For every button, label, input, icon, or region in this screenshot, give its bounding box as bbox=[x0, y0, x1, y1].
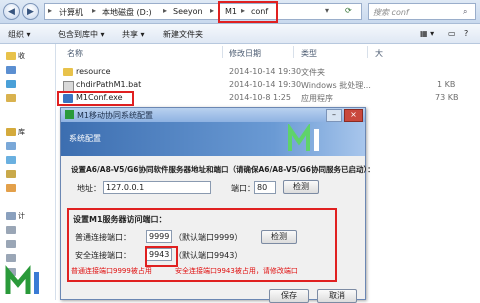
new-folder-button[interactable]: 新建文件夹 bbox=[163, 29, 203, 40]
breadcrumb-separator-icon: ▸ bbox=[92, 6, 97, 15]
close-icon[interactable]: × bbox=[344, 109, 363, 122]
port-input[interactable]: 80 bbox=[254, 181, 276, 194]
sidebar-item-library[interactable]: 库 bbox=[18, 127, 25, 137]
back-arrow-icon[interactable]: ◀ bbox=[3, 3, 20, 20]
column-header-size[interactable]: 大 bbox=[375, 48, 383, 59]
sidebar-item-favorites[interactable]: 收 bbox=[18, 51, 25, 61]
port-label: 端口： bbox=[231, 184, 255, 193]
search-placeholder: 搜索 conf bbox=[373, 8, 409, 17]
path-highlight-box bbox=[218, 1, 278, 23]
library-icon bbox=[6, 128, 16, 136]
file-name: resource bbox=[76, 67, 111, 76]
organize-menu[interactable]: 组织 ▾ bbox=[8, 29, 31, 40]
address-label: 地址： bbox=[77, 184, 101, 193]
column-divider[interactable] bbox=[222, 46, 223, 58]
breadcrumb-root-icon: ▸ bbox=[48, 6, 53, 15]
preview-pane-icon[interactable]: ▭ bbox=[448, 29, 456, 38]
breadcrumb-separator-icon: ▸ bbox=[210, 6, 215, 15]
breadcrumb[interactable]: ▸ 计算机 ▸ 本地磁盘 (D:) ▸ Seeyon ▸ M1 ▸ conf ▾… bbox=[44, 3, 362, 20]
minimize-icon[interactable]: – bbox=[326, 109, 342, 122]
file-type: 文件夹 bbox=[301, 68, 325, 77]
detect-ports-button[interactable]: 检测 bbox=[261, 230, 297, 244]
drive-icon[interactable] bbox=[6, 240, 16, 248]
pictures-library-icon[interactable] bbox=[6, 156, 16, 164]
m1-config-dialog: M1移动协同系统配置 – × 系统配置 设置A6/A8-V5/G6协同软件服务器… bbox=[60, 107, 375, 303]
dropdown-icon[interactable]: ▾ bbox=[325, 6, 329, 15]
file-modified: 2014-10-14 19:30 bbox=[229, 80, 302, 89]
file-type: 应用程序 bbox=[301, 94, 333, 103]
file-type: Windows 批处理... bbox=[301, 81, 371, 90]
refresh-icon[interactable]: ⟳ bbox=[345, 6, 352, 15]
file-row[interactable]: resource 2014-10-14 19:30 文件夹 bbox=[57, 66, 480, 79]
m1-logo-icon bbox=[288, 124, 319, 151]
folder-icon bbox=[63, 68, 73, 76]
video-library-icon[interactable] bbox=[6, 142, 16, 150]
server-section-title: 设置A6/A8-V5/G6协同软件服务器地址和端口（请确保A6/A8-V5/G6… bbox=[71, 165, 375, 174]
sidebar-item-computer[interactable]: 计 bbox=[18, 211, 25, 221]
column-header-type[interactable]: 类型 bbox=[301, 48, 317, 59]
normal-port-label: 普通连接端口： bbox=[75, 233, 131, 242]
favorites-star-icon bbox=[6, 52, 16, 60]
file-modified: 2014-10-14 19:30 bbox=[229, 67, 302, 76]
command-toolbar: 组织 ▾ 包含到库中 ▾ 共享 ▾ 新建文件夹 ▦ ▾ ▭ ? bbox=[0, 24, 480, 44]
normal-port-input[interactable]: 9999 bbox=[146, 230, 172, 243]
secure-port-warning: 安全连接端口9943被占用，请修改端口 bbox=[175, 267, 298, 275]
breadcrumb-drive[interactable]: 本地磁盘 (D:) bbox=[102, 7, 152, 18]
drive-icon[interactable] bbox=[6, 226, 16, 234]
file-size: 73 KB bbox=[435, 93, 459, 102]
help-icon[interactable]: ? bbox=[464, 29, 468, 38]
view-options-icon[interactable]: ▦ ▾ bbox=[420, 29, 434, 38]
column-header-modified[interactable]: 修改日期 bbox=[229, 48, 261, 59]
cancel-button[interactable]: 取消 bbox=[317, 289, 357, 303]
computer-icon bbox=[6, 212, 16, 220]
file-name: chdirPathM1.bat bbox=[76, 80, 142, 89]
column-divider[interactable] bbox=[367, 46, 368, 58]
include-library-menu[interactable]: 包含到库中 ▾ bbox=[58, 29, 105, 40]
search-input[interactable]: 搜索 conf ⌕ bbox=[368, 3, 476, 20]
column-divider[interactable] bbox=[293, 46, 294, 58]
forward-arrow-icon[interactable]: ▶ bbox=[22, 3, 39, 20]
m1-logo-icon bbox=[5, 265, 39, 294]
normal-port-warning: 普通连接端口9999被占用 bbox=[71, 267, 152, 275]
breadcrumb-separator-icon: ▸ bbox=[163, 6, 168, 15]
dialog-title-bar[interactable]: M1移动协同系统配置 – × bbox=[61, 108, 365, 122]
recent-places-icon[interactable] bbox=[6, 94, 16, 102]
secure-port-default-hint: （默认端口9943） bbox=[174, 251, 243, 260]
dialog-banner: 系统配置 bbox=[61, 122, 365, 156]
breadcrumb-computer[interactable]: 计算机 bbox=[59, 7, 83, 18]
column-header-name[interactable]: 名称 bbox=[67, 48, 83, 59]
music-library-icon[interactable] bbox=[6, 184, 16, 192]
desktop-icon[interactable] bbox=[6, 66, 16, 74]
app-icon bbox=[65, 110, 74, 119]
search-icon: ⌕ bbox=[463, 7, 468, 16]
address-bar: ◀ ▶ ▸ 计算机 ▸ 本地磁盘 (D:) ▸ Seeyon ▸ M1 ▸ co… bbox=[0, 0, 480, 24]
normal-port-default-hint: （默认端口9999） bbox=[174, 233, 243, 242]
address-input[interactable]: 127.0.0.1 bbox=[103, 181, 211, 194]
file-modified: 2014-10-8 1:25 bbox=[229, 93, 291, 102]
banner-title: 系统配置 bbox=[69, 134, 101, 143]
m1-port-section-title: 设置M1服务器访问端口： bbox=[73, 215, 167, 224]
m1-taskbar-icon[interactable] bbox=[0, 254, 56, 300]
save-button[interactable]: 保存 bbox=[269, 289, 309, 303]
share-menu[interactable]: 共享 ▾ bbox=[122, 29, 145, 40]
dialog-title: M1移动协同系统配置 bbox=[77, 111, 153, 120]
documents-library-icon[interactable] bbox=[6, 170, 16, 178]
secure-port-label: 安全连接端口： bbox=[75, 251, 131, 260]
downloads-icon[interactable] bbox=[6, 80, 16, 88]
breadcrumb-seeyon[interactable]: Seeyon bbox=[173, 7, 203, 16]
detect-server-button[interactable]: 检测 bbox=[283, 180, 319, 194]
file-highlight-box bbox=[57, 91, 134, 106]
file-size: 1 KB bbox=[437, 80, 456, 89]
